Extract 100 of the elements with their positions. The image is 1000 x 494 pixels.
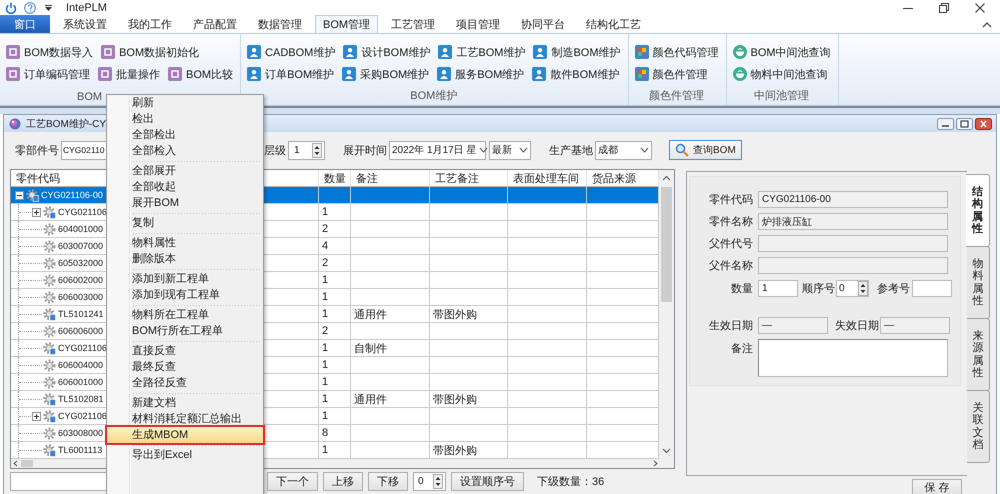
spin-icon[interactable] xyxy=(858,281,868,296)
ribbon-button[interactable]: 服务BOM维护 xyxy=(436,65,526,83)
close-icon[interactable] xyxy=(975,2,985,12)
toolbar-button[interactable]: 下一个 xyxy=(267,472,318,490)
scrollbar[interactable] xyxy=(659,170,674,459)
ribbon-button[interactable]: CADBOM维护 xyxy=(246,43,336,61)
caret-icon[interactable] xyxy=(45,4,52,10)
gear-icon xyxy=(43,426,56,440)
ribbon-button[interactable]: 颜色代码管理 xyxy=(634,43,720,61)
power-icon[interactable] xyxy=(5,2,17,14)
menu-tab[interactable]: 项目管理 xyxy=(448,15,508,33)
ribbon-button[interactable]: 采购BOM维护 xyxy=(341,65,430,83)
menu-tab[interactable]: BOM管理 xyxy=(315,15,378,33)
date-picker[interactable]: 2022年 1月17日 星 xyxy=(389,140,486,160)
user-tile-icon xyxy=(532,67,546,81)
help-icon[interactable] xyxy=(24,2,36,14)
user-tile-icon xyxy=(343,45,358,59)
gear-document-icon xyxy=(43,444,56,456)
table-cell: 带图外购 xyxy=(430,391,508,408)
menu-item[interactable]: 物料属性 xyxy=(107,235,263,251)
field-label: 参考号 xyxy=(877,282,910,296)
menu-item[interactable]: 直接反查 xyxy=(107,343,263,359)
ribbon-button[interactable]: 批量操作 xyxy=(97,65,161,83)
menu-item[interactable]: 全部检出 xyxy=(107,127,263,143)
ribbon-button[interactable]: 制造BOM维护 xyxy=(532,43,622,61)
part-code: TL5101241 xyxy=(58,309,104,319)
ribbon-button[interactable]: 物料中间池查询 xyxy=(732,65,829,83)
field-label: 生效日期 xyxy=(708,319,753,333)
field-label: 数量 xyxy=(730,282,753,296)
menu-item[interactable]: 添加到新工程单 xyxy=(107,271,263,287)
text-field[interactable]: 1 xyxy=(758,280,798,297)
dropdown[interactable]: 最新 xyxy=(489,140,531,160)
menu-item[interactable]: 材料消耗定额汇总输出 xyxy=(107,411,263,427)
ribbon-button[interactable]: BOM数据导入 xyxy=(5,43,94,61)
tab[interactable]: 关联文档 xyxy=(967,390,990,463)
expand-icon[interactable] xyxy=(32,208,41,216)
spinner[interactable]: 0 xyxy=(413,472,446,490)
field-label: 零部件号 xyxy=(15,144,59,158)
ribbon-button[interactable]: BOM比较 xyxy=(167,65,234,83)
menu-item[interactable]: 新建文档 xyxy=(107,395,263,411)
spinner[interactable]: 1 xyxy=(288,140,325,160)
menu-item[interactable]: 添加到现有工程单 xyxy=(107,287,263,303)
table-cell: 1 xyxy=(319,306,351,323)
menu-item[interactable]: 检出 xyxy=(107,111,263,127)
chevron-up-icon[interactable] xyxy=(982,20,992,28)
field-label: 层级 xyxy=(264,144,286,158)
ribbon-button[interactable]: 颜色件管理 xyxy=(634,65,709,83)
app-title: IntePLM xyxy=(66,2,107,14)
maximize-button[interactable] xyxy=(956,118,973,130)
tab[interactable]: 来源属性 xyxy=(967,318,990,391)
menu-item[interactable]: 生成MBOM xyxy=(107,427,263,443)
text-field[interactable] xyxy=(912,280,952,297)
ribbon-button[interactable]: 散件BOM维护 xyxy=(531,65,620,83)
menu-tab[interactable]: 工艺管理 xyxy=(383,15,444,33)
spin-icon[interactable] xyxy=(433,474,443,488)
menu-item[interactable]: 全部检入 xyxy=(107,143,263,159)
set-order-button[interactable]: 设置顺序号 xyxy=(451,472,524,490)
tab[interactable]: 物料属性 xyxy=(967,246,990,319)
expand-icon[interactable] xyxy=(32,412,41,420)
app-menu-button[interactable]: 窗口 xyxy=(0,15,50,33)
close-button[interactable] xyxy=(975,118,992,130)
menu-item[interactable]: 全部展开 xyxy=(107,163,263,179)
window-title: 工艺BOM维护-CY xyxy=(26,118,106,130)
spinner[interactable]: 0 xyxy=(836,280,869,297)
ribbon-button[interactable]: BOM中间池查询 xyxy=(732,43,832,61)
toolbar-button[interactable]: 上移 xyxy=(323,472,363,490)
table-cell: 通用件 xyxy=(351,391,430,408)
tab[interactable]: 结构属性 xyxy=(966,174,990,247)
menu-item[interactable]: BOM行所在工程单 xyxy=(107,323,263,339)
menu-tab[interactable]: 产品配置 xyxy=(185,15,245,33)
table-cell: 1 xyxy=(319,340,351,357)
restore-icon[interactable] xyxy=(939,2,949,12)
spin-icon[interactable] xyxy=(312,142,322,158)
tile-icon xyxy=(6,67,20,81)
ribbon-button[interactable]: 订单BOM维护 xyxy=(246,65,336,83)
menu-tab[interactable]: 协同平台 xyxy=(513,15,574,33)
menu-item[interactable]: 刷新 xyxy=(107,95,263,111)
menu-item[interactable]: 最终反查 xyxy=(107,359,263,375)
tile-icon xyxy=(98,67,112,81)
menu-item[interactable]: 全路径反查 xyxy=(107,375,263,391)
dropdown[interactable]: 成都 xyxy=(595,140,652,160)
text-area[interactable] xyxy=(758,339,948,377)
part-code: 603008000 xyxy=(58,428,104,438)
part-code: 603007000 xyxy=(58,241,104,251)
menu-item[interactable]: 物料所在工程单 xyxy=(107,307,263,323)
minimize-button[interactable] xyxy=(937,118,954,130)
menu-tab[interactable]: 结构化工艺 xyxy=(578,15,650,33)
query-button[interactable]: 查询BOM xyxy=(669,140,742,160)
collapse-icon[interactable] xyxy=(15,190,24,200)
ribbon-button[interactable]: 工艺BOM维护 xyxy=(437,43,526,61)
menu-tab[interactable]: 数据管理 xyxy=(250,15,310,33)
menu-tab[interactable]: 我的工作 xyxy=(120,15,180,33)
ribbon-button[interactable]: BOM数据初始化 xyxy=(100,43,200,61)
ribbon-button[interactable]: 订单编码管理 xyxy=(5,65,91,83)
save-button[interactable]: 保 存 xyxy=(912,479,962,494)
menu-tab[interactable]: 系统设置 xyxy=(55,15,115,33)
part-code: 606004000 xyxy=(58,360,104,370)
bowl-icon xyxy=(732,67,747,81)
ribbon-button[interactable]: 设计BOM维护 xyxy=(342,43,432,61)
toolbar-button[interactable]: 下移 xyxy=(368,472,408,490)
